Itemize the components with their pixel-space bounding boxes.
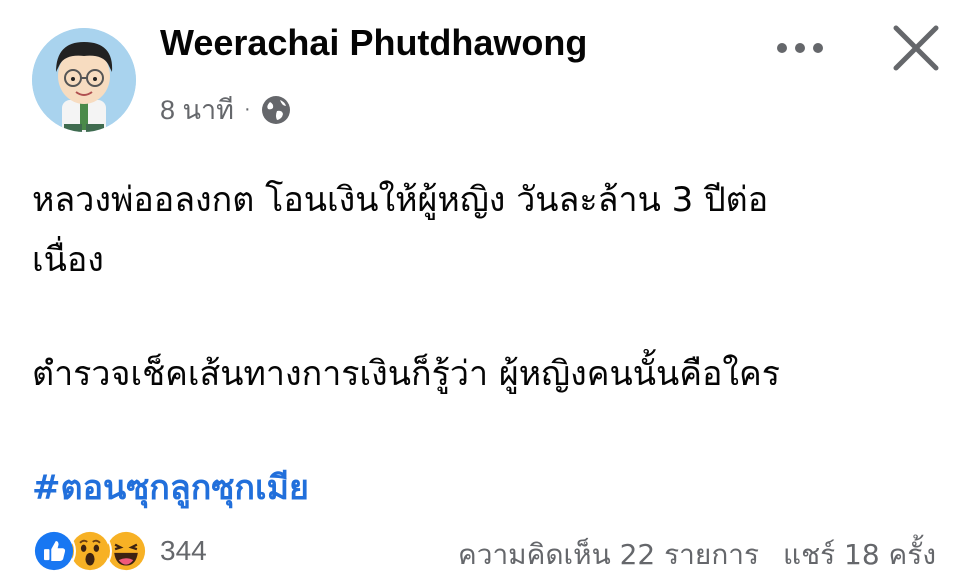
post-text-line: หลวงพ่ออลงกต โอนเงินให้ผู้หญิง วันละล้าน… [32,180,769,220]
close-button[interactable] [888,20,944,76]
post-text-line: เนื่อง [32,240,104,280]
reaction-count: 344 [160,535,207,566]
author-name[interactable]: Weerachai Phutdhawong [160,22,587,64]
hashtag-link[interactable]: #ตอนซุกลูกซุกเมีย [32,460,309,514]
reactions-summary[interactable]: 344 [32,528,207,574]
post-text-line: ตำรวจเช็คเส้นทางการเงินก็รู้ว่า ผู้หญิงค… [32,354,780,394]
dot-icon [777,43,787,53]
like-icon [32,529,76,573]
post-meta: 8 นาที · [160,88,291,131]
globe-icon[interactable] [261,95,291,125]
dot-icon [813,43,823,53]
meta-separator: · [243,98,251,120]
avatar-cartoon-icon [32,28,136,132]
more-options-button[interactable] [772,28,828,68]
dot-icon [795,43,805,53]
close-icon [893,25,939,71]
post-time[interactable]: 8 นาที [160,88,234,131]
facebook-post: Weerachai Phutdhawong 8 นาที · หลวงพ่ออล… [0,0,968,586]
shares-count-link[interactable]: แชร์ 18 ครั้ง [783,538,936,571]
comments-count-link[interactable]: ความคิดเห็น 22 รายการ [458,538,759,571]
author-avatar[interactable] [32,28,136,132]
engagement-stats: ความคิดเห็น 22 รายการ แชร์ 18 ครั้ง [458,533,936,577]
